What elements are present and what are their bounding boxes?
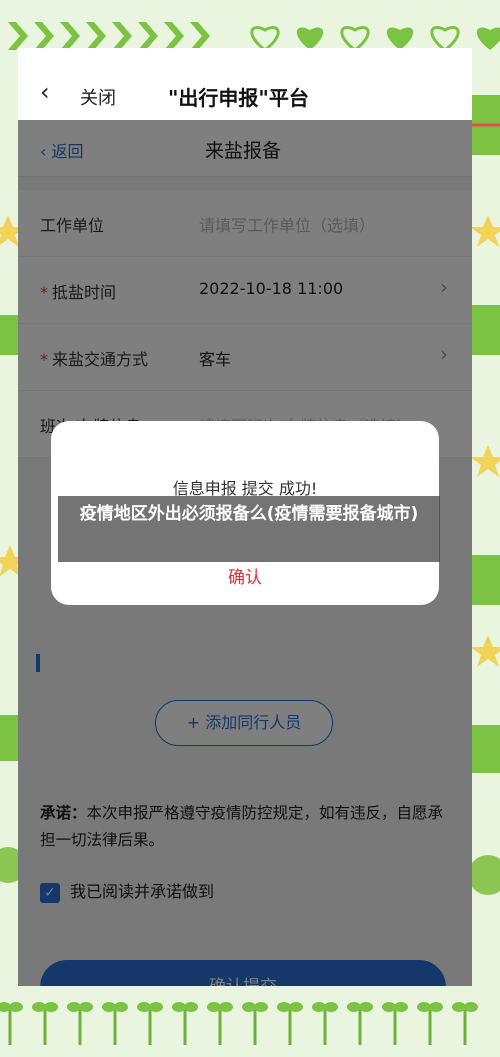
decorative-border-bottom bbox=[0, 985, 500, 1057]
chevron-left-icon[interactable]: ‹ bbox=[40, 80, 50, 104]
page-title: "出行申报"平台 bbox=[168, 86, 309, 110]
top-navigation-bar: ‹ 关闭 "出行申报"平台 bbox=[18, 48, 472, 120]
close-button[interactable]: 关闭 bbox=[80, 84, 116, 110]
caption-banner: 疫情地区外出必须报备么(疫情需要报备城市) bbox=[58, 496, 440, 562]
confirm-button[interactable]: 确认 bbox=[51, 563, 439, 588]
